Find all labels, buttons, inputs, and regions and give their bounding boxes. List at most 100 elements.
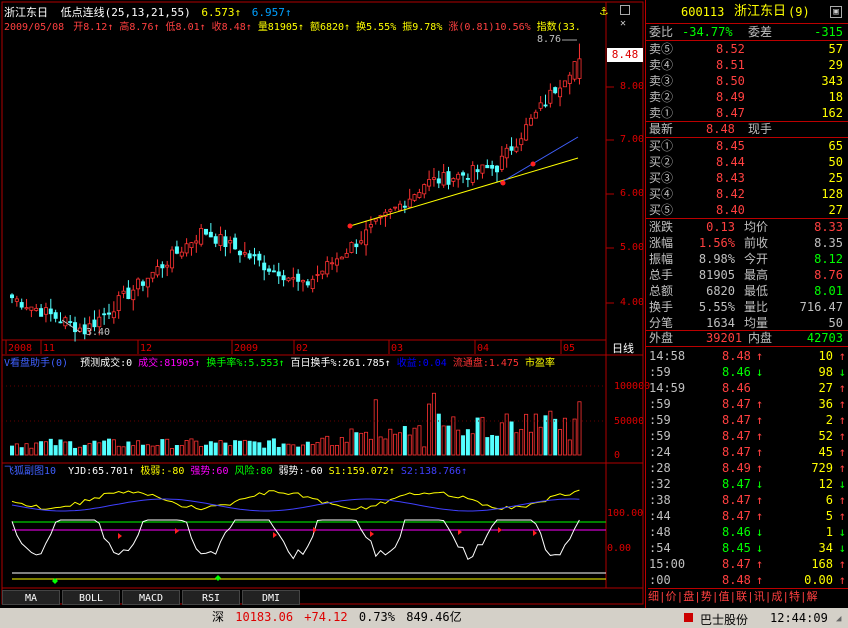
volume-bar [538,426,543,456]
volume-bar [252,441,257,456]
tab-dmi[interactable]: DMI [242,590,300,605]
tick-time: :59 [649,397,671,411]
kline-chart-area[interactable] [0,0,645,608]
volume-bar [393,433,398,456]
candle-body [170,249,175,269]
tick-price: 8.47 [722,477,751,491]
indicator-value: 强势:60 [190,466,229,477]
tab-macd[interactable]: MACD [122,590,180,605]
order-price: 8.42 [716,187,745,201]
connection-icon[interactable] [684,613,693,622]
candle-body [208,231,213,238]
volume-bar [262,447,267,456]
volume-bar [116,445,121,456]
candle-body [58,321,63,324]
volume-bar [519,428,524,456]
quote-close-icon[interactable]: ▣ [830,6,842,18]
tick-dir-icon: ↑ [838,461,846,475]
quote-bottom-tabs[interactable]: 细|价|盘|势|值|联|讯|成|特|解 [648,588,848,605]
latest-value: 8.48 [706,122,735,136]
close-icon[interactable]: ✕ [620,18,626,29]
tick-dir-icon: ↑ [838,429,846,443]
tick-price: 8.47 [722,445,751,459]
date-axis-unit[interactable]: 日线 [612,342,634,355]
candle-body [368,224,373,228]
volume-bar [97,442,102,456]
order-label: 卖① [649,106,674,120]
window-toggle-icon[interactable] [620,5,630,15]
stat-value: 716.47 [799,300,843,314]
resize-grip-icon[interactable]: ◢ [836,614,841,624]
candle-body [203,228,208,235]
date-tick-label: 2008 [8,343,33,354]
candle-body [339,256,344,260]
candle-body [300,280,305,283]
stat-row: 涨跌 0.13 均价 8.33 [646,219,848,235]
sell-signal-marker [118,533,122,539]
candle-body [325,261,330,275]
stat-value: 1634 [706,316,735,330]
volume-bar [82,444,87,456]
tick-row: :59 8.47 ↑ 52 ↑ [646,428,848,444]
waipan-label: 外盘 [649,331,674,345]
anchor-icon[interactable]: ⚓ [600,4,608,19]
volume-bar [203,444,208,456]
tick-volume: 2 [825,413,833,427]
order-label: 买⑤ [649,203,674,217]
order-volume: 50 [828,155,843,169]
tick-dir-icon: ↓ [838,477,846,491]
candle-body [296,273,301,282]
volume-bar [247,440,252,456]
tick-volume: 27 [818,381,833,395]
order-label: 卖⑤ [649,42,674,56]
volume-bar [364,431,369,456]
candle-body [291,277,296,280]
candle-body [480,164,485,174]
candle-body [160,264,165,269]
index-value: 10183.06 [235,610,294,624]
volume-bar [412,427,417,456]
candle-body [276,271,281,277]
order-price: 8.44 [716,155,745,169]
tick-time: :28 [649,461,671,475]
order-price: 8.47 [716,106,745,120]
candle-body [48,308,53,315]
stat-value: 8.12 [814,252,843,266]
neipan-label: 内盘 [748,331,773,345]
sell-order-row: 卖③ 8.50 343 [646,73,848,89]
order-price: 8.40 [716,203,745,217]
tick-time: 15:00 [649,557,686,571]
date-tick-label: 02 [296,343,309,354]
volume-bar [276,446,281,456]
volume-bar [383,438,388,456]
volume-bar [562,417,567,456]
tick-direction: ↑ [756,397,764,411]
tick-time: 14:59 [649,381,686,395]
tab-boll[interactable]: BOLL [62,590,120,605]
candle-body [427,179,432,187]
volume-bar [121,446,126,456]
stat-value: 5.55% [698,300,735,314]
tick-row: :24 8.47 ↑ 45 ↑ [646,444,848,460]
volume-bar [189,438,194,456]
volume-bar [228,445,233,456]
volume-bar [441,425,446,456]
webi-value: -34.77% [682,25,733,39]
tick-price: 8.47 [722,557,751,571]
weicha-value: -315 [814,25,843,39]
latest-label: 最新 [649,122,674,136]
bar-amount: 额6820↑ [309,22,351,33]
volume-bar [184,440,189,456]
candle-body [213,236,218,244]
candle-body [24,307,29,310]
sell-signal-marker [533,530,537,536]
tick-direction: ↑ [756,461,764,475]
candle-body [528,117,533,126]
tab-rsi[interactable]: RSI [182,590,240,605]
candle-body [548,89,553,104]
tab-ma[interactable]: MA [2,590,60,605]
candle-body [364,229,369,246]
tick-dir-icon: ↑ [838,413,846,427]
tick-row: :54 8.45 ↓ 34 ↓ [646,540,848,556]
tick-time: :32 [649,477,671,491]
